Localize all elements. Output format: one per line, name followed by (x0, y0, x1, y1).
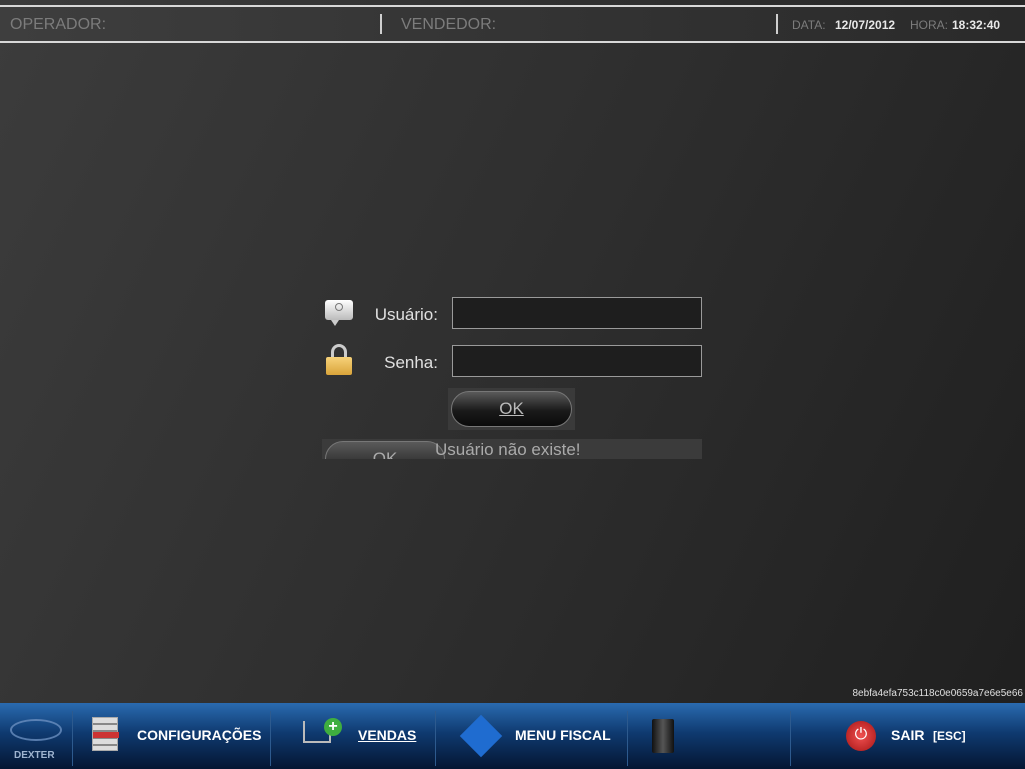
senha-label: Senha: (384, 353, 438, 372)
divider (790, 711, 791, 766)
configuracoes-label: CONFIGURAÇÕES (137, 727, 262, 743)
error-message-bar: OK Usuário não existe! (322, 439, 702, 459)
senha-input[interactable] (452, 345, 702, 377)
usuario-input[interactable] (452, 297, 702, 329)
error-message: Usuário não existe! (435, 440, 581, 459)
data-value: 12/07/2012 (835, 18, 896, 32)
divider (776, 14, 778, 34)
vendedor-label: VENDEDOR: (401, 16, 497, 33)
divider (270, 711, 271, 766)
hora-value: 18:32:40 (952, 18, 1001, 32)
vendas-label: VENDAS (358, 727, 417, 743)
menu-fiscal-label: MENU FISCAL (515, 727, 611, 743)
operador-label: OPERADOR: (10, 16, 107, 33)
hora-label: HORA: (910, 18, 949, 32)
logo-text: DEXTER (14, 750, 55, 761)
ok-button[interactable]: OK (448, 388, 575, 430)
list-settings-icon (92, 717, 119, 751)
status-bar: OPERADOR: VENDEDOR: DATA: 12/07/2012 HOR… (0, 5, 1025, 43)
divider (627, 711, 628, 766)
hash-text: 8ebfa4efa753c118c0e0659a7e6e5e66 (852, 688, 1023, 699)
power-icon: ⏻ (846, 721, 876, 751)
bottom-toolbar: DEXTER CONFIGURAÇÕES + VENDAS MENU FISCA… (0, 703, 1025, 769)
ghost-ok-button: OK (325, 441, 445, 459)
divider (72, 711, 73, 766)
usuario-label: Usuário: (374, 305, 438, 324)
data-label: DATA: (792, 18, 826, 32)
dexter-logo (10, 719, 62, 741)
sair-key: [ESC] (933, 729, 966, 743)
server-icon[interactable] (652, 719, 674, 753)
sair-label: SAIR (891, 727, 925, 743)
receita-icon (459, 714, 503, 758)
plus-icon: + (324, 718, 342, 736)
divider (435, 711, 436, 766)
ok-label: OK (451, 391, 572, 427)
divider (380, 14, 382, 34)
